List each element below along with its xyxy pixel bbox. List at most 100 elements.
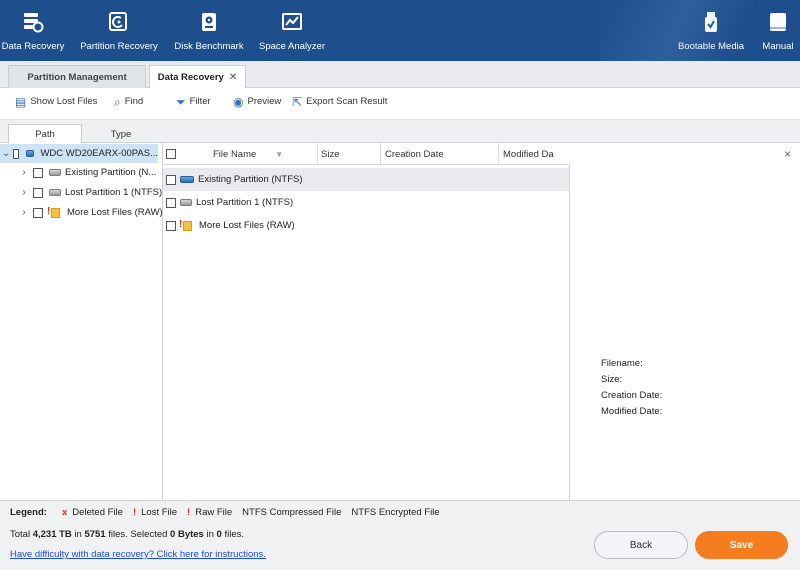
chevron-right-icon[interactable]: › xyxy=(18,167,30,178)
tab-label: Data Recovery xyxy=(157,72,224,83)
filter-icon: ⏷ xyxy=(176,94,186,109)
filter-label: Filter xyxy=(189,96,211,107)
tab-type-label: Type xyxy=(110,128,132,140)
chevron-down-icon[interactable]: ⌄ xyxy=(2,148,10,159)
main-toolbar: Data Recovery Partition Recovery Disk Be… xyxy=(0,0,800,61)
back-button[interactable]: Back xyxy=(594,531,688,559)
export-icon: ⇱ xyxy=(292,94,303,109)
file-list: File Name ▼ Size Creation Date Modified … xyxy=(163,143,570,500)
preview-button[interactable]: ◉ Preview xyxy=(233,94,282,109)
disk-benchmark-icon xyxy=(202,13,216,31)
checkbox[interactable] xyxy=(166,174,176,185)
checkbox[interactable] xyxy=(166,220,176,231)
column-file-name[interactable]: File Name ▼ xyxy=(163,143,318,165)
selected-size: 0 Bytes xyxy=(170,529,204,540)
bootable-media-icon xyxy=(705,12,717,32)
manual-book-icon xyxy=(770,13,786,31)
select-all-checkbox[interactable] xyxy=(166,149,176,159)
checkbox[interactable] xyxy=(33,187,43,198)
file-count: 5751 xyxy=(84,529,106,540)
tab-partition-management[interactable]: Partition Management xyxy=(8,65,146,88)
deleted-file-icon: x xyxy=(61,507,68,518)
column-modified-date[interactable]: Modified Da xyxy=(499,143,570,165)
bootable-media-label: Bootable Media xyxy=(677,41,745,52)
tab-path-label: Path xyxy=(35,129,55,140)
tab-path[interactable]: Path xyxy=(8,124,82,144)
tab-strip: Partition Management Data Recovery ✕ xyxy=(0,61,800,89)
tree-item-lost-partition[interactable]: › Lost Partition 1 (NTFS) xyxy=(0,183,162,202)
lost-file-icon: ! xyxy=(132,507,137,518)
partition-recovery-tool[interactable]: Partition Recovery xyxy=(76,0,162,61)
show-lost-files-button[interactable]: ▤ Show Lost Files xyxy=(15,94,98,109)
eye-icon: ◉ xyxy=(233,94,244,109)
tree-item-label: Existing Partition (N... xyxy=(65,167,157,178)
manual-label: Manual xyxy=(762,41,794,52)
tree-item-existing-partition[interactable]: › Existing Partition (N... xyxy=(0,163,156,182)
space-analyzer-label: Space Analyzer xyxy=(258,41,325,52)
size-label: Size: xyxy=(601,374,623,385)
export-scan-result-label: Export Scan Result xyxy=(306,96,388,107)
tree-item-more-lost-files[interactable]: › ! More Lost Files (RAW) xyxy=(0,203,163,222)
column-label: File Name xyxy=(213,148,257,160)
space-analyzer-tool[interactable]: Space Analyzer xyxy=(258,0,326,61)
filter-button[interactable]: ⏷ Filter xyxy=(176,94,211,109)
summary-text: Total xyxy=(10,529,33,540)
tree-item-label: More Lost Files (RAW) xyxy=(67,207,163,218)
find-label: Find xyxy=(124,96,144,107)
close-panel-icon[interactable]: × xyxy=(784,147,791,161)
disk-benchmark-label: Disk Benchmark xyxy=(174,41,244,52)
summary-text: in xyxy=(71,529,85,540)
data-recovery-tool[interactable]: Data Recovery xyxy=(0,0,66,61)
filename-label: Filename: xyxy=(601,358,643,369)
show-lost-files-label: Show Lost Files xyxy=(30,96,98,107)
folder-tree: ⌄ WDC WD20EARX-00PAS... › Existing Parti… xyxy=(0,143,163,500)
chevron-right-icon[interactable]: › xyxy=(18,207,30,218)
partition-icon xyxy=(180,199,192,206)
space-analyzer-icon xyxy=(282,13,302,30)
checkbox[interactable] xyxy=(13,148,20,159)
help-link[interactable]: Have difficulty with data recovery? Clic… xyxy=(10,549,266,560)
file-name: More Lost Files (RAW) xyxy=(199,220,295,231)
list-item[interactable]: Lost Partition 1 (NTFS) xyxy=(163,191,569,214)
bootable-media-tool[interactable]: Bootable Media xyxy=(676,0,746,61)
partition-icon xyxy=(180,176,194,183)
column-creation-date[interactable]: Creation Date xyxy=(381,143,499,165)
modified-date-label: Modified Date: xyxy=(601,406,663,417)
checkbox[interactable] xyxy=(33,167,43,178)
data-recovery-label: Data Recovery xyxy=(1,41,65,52)
checkbox[interactable] xyxy=(33,207,43,218)
lost-folder-icon: ! xyxy=(179,219,193,231)
manual-tool[interactable]: Manual xyxy=(758,0,798,61)
column-size[interactable]: Size xyxy=(318,143,381,165)
summary-text: files. Selected xyxy=(105,529,171,540)
chevron-right-icon[interactable]: › xyxy=(18,187,30,198)
save-button[interactable]: Save xyxy=(695,531,788,559)
legend-deleted: x Deleted File xyxy=(62,507,123,518)
legend-label: NTFS Compressed File xyxy=(242,507,342,518)
list-item[interactable]: Existing Partition (NTFS) xyxy=(163,168,569,191)
sort-arrow-icon: ▼ xyxy=(275,149,284,159)
legend-encrypted: NTFS Encrypted File xyxy=(351,507,439,518)
scan-summary: Total 4,231 TB in 5751 files. Selected 0… xyxy=(10,529,244,540)
save-label: Save xyxy=(729,539,754,551)
show-lost-files-icon: ▤ xyxy=(15,94,27,109)
hard-disk-icon xyxy=(26,150,35,157)
checkbox[interactable] xyxy=(166,197,176,208)
creation-date-label: Creation Date: xyxy=(601,390,663,401)
find-button[interactable]: ⌕ Find xyxy=(114,96,144,108)
legend-compressed: NTFS Compressed File xyxy=(242,507,341,518)
legend-lost: ! Lost File xyxy=(133,507,177,518)
preview-label: Preview xyxy=(247,96,282,107)
tab-label: Partition Management xyxy=(27,71,127,83)
lost-folder-icon: ! xyxy=(47,206,61,218)
column-label: Size xyxy=(321,148,340,160)
tab-data-recovery[interactable]: Data Recovery ✕ xyxy=(149,65,246,89)
disk-benchmark-tool[interactable]: Disk Benchmark xyxy=(172,0,246,61)
export-scan-result-button[interactable]: ⇱ Export Scan Result xyxy=(292,94,388,109)
file-name: Existing Partition (NTFS) xyxy=(198,174,303,185)
tree-item-disk[interactable]: ⌄ WDC WD20EARX-00PAS... xyxy=(0,144,158,163)
summary-text: in xyxy=(203,529,217,540)
list-item[interactable]: ! More Lost Files (RAW) xyxy=(163,214,569,237)
close-tab-icon[interactable]: ✕ xyxy=(229,72,237,83)
tab-type[interactable]: Type xyxy=(84,124,158,144)
